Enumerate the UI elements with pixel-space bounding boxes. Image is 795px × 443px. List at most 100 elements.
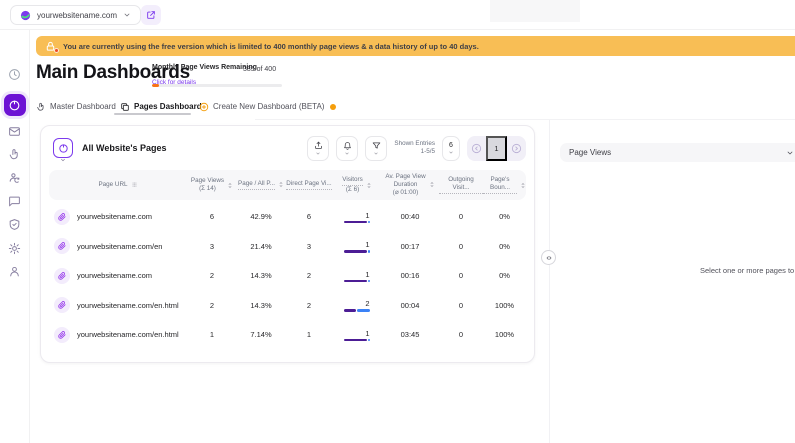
column-header-duration[interactable]: Av. Page ViewDuration(⌀ 01:00) (381, 173, 439, 198)
prev-page-button[interactable] (467, 136, 486, 161)
page-views-panel-header[interactable]: Page Views (560, 143, 795, 162)
visitors-cell: 1 (333, 270, 381, 283)
open-site-button[interactable] (141, 5, 161, 25)
topbar: yourwebsitename.com (0, 0, 795, 30)
pagination: 1 (467, 136, 526, 161)
alerts-button[interactable] (336, 136, 358, 161)
tab-create-new-dashboard[interactable]: Create New Dashboard (BETA) (199, 99, 336, 114)
sort-icon[interactable] (278, 180, 284, 189)
column-settings-icon[interactable] (131, 181, 138, 189)
outgoing-value: 0 (439, 212, 483, 221)
page-link-icon[interactable] (54, 268, 70, 284)
bounce-value: 100% (483, 330, 526, 339)
filter-button[interactable] (365, 136, 387, 161)
tab-label: Master Dashboard (50, 102, 116, 111)
table-toolbar: Shown Entries 1-5/5 6 1 (307, 136, 526, 161)
column-header-outgoing[interactable]: Outgoing Visit... (439, 176, 483, 194)
visitors-cell: 1 (333, 211, 381, 224)
page-link-icon[interactable] (54, 297, 70, 313)
card-title: All Website's Pages (82, 143, 167, 153)
export-icon (314, 141, 323, 150)
duration-value: 00:04 (381, 301, 439, 310)
settings-gear-icon[interactable] (6, 239, 24, 257)
duration-value: 03:45 (381, 330, 439, 339)
column-header-page-views[interactable]: Page Views(Σ 14) (187, 177, 237, 193)
chevron-down-icon (344, 151, 350, 156)
hand-icon (36, 102, 46, 112)
page-link-icon[interactable] (54, 238, 70, 254)
sort-icon[interactable] (520, 181, 526, 190)
page-url: yourwebsitename.com/en.html (77, 330, 179, 339)
bounce-value: 100% (483, 301, 526, 310)
table-row[interactable]: yourwebsitename.com/en.html 2 14.3% 2 2 … (49, 291, 526, 321)
tab-pages-dashboard[interactable]: Pages Dashboard (120, 99, 202, 114)
visitors-bar (344, 339, 371, 342)
card-header: All Website's Pages (53, 134, 526, 162)
page-share-value: 7.14% (237, 330, 285, 339)
table-row[interactable]: yourwebsitename.com 6 42.9% 6 1 00:40 0 … (49, 202, 526, 232)
page-views-value: 6 (187, 212, 237, 221)
column-header-page-share[interactable]: Page / All P... (237, 180, 285, 190)
duration-value: 00:16 (381, 271, 439, 280)
visitors-sync-icon[interactable] (6, 168, 24, 186)
pages-widget-icon[interactable] (53, 138, 73, 158)
account-icon[interactable] (6, 262, 24, 280)
page-link-icon[interactable] (54, 327, 70, 343)
page-link-icon[interactable] (54, 209, 70, 225)
site-favicon-icon (20, 10, 31, 21)
sort-icon[interactable] (227, 181, 233, 190)
pages-icon (120, 102, 130, 112)
outgoing-value: 0 (439, 271, 483, 280)
page-size-value: 6 (449, 142, 453, 149)
external-link-icon (146, 10, 156, 20)
table-row[interactable]: yourwebsitename.com/en 3 21.4% 3 1 00:17… (49, 232, 526, 262)
page-views-value: 2 (187, 301, 237, 310)
visitors-bar (344, 221, 371, 224)
panel-resize-button[interactable] (541, 250, 556, 265)
topbar-placeholder (490, 0, 580, 22)
tab-label: Create New Dashboard (BETA) (213, 102, 324, 111)
column-header-bounce[interactable]: Page's Boun... (483, 176, 526, 194)
visitors-bar (344, 250, 371, 253)
sort-icon[interactable] (429, 180, 435, 189)
visitors-value: 1 (344, 329, 371, 338)
bounce-value: 0% (483, 271, 526, 280)
table-row[interactable]: yourwebsitename.com/en.html 1 7.14% 1 1 … (49, 320, 526, 350)
chat-icon[interactable] (6, 192, 24, 210)
chevron-down-icon (315, 151, 321, 156)
content-top-divider (255, 119, 795, 120)
shown-entries-value: 1-5/5 (394, 148, 435, 156)
table-body: yourwebsitename.com 6 42.9% 6 1 00:40 0 … (49, 202, 526, 350)
shield-check-icon[interactable] (6, 215, 24, 233)
table-row[interactable]: yourwebsitename.com 2 14.3% 2 1 00:16 0 … (49, 261, 526, 291)
next-page-button[interactable] (507, 136, 526, 161)
page-share-value: 42.9% (237, 212, 285, 221)
visitors-value: 1 (344, 270, 371, 279)
page-size-select[interactable]: 6 (442, 136, 460, 161)
dashboard-icon (8, 99, 21, 112)
history-icon[interactable] (6, 65, 24, 83)
site-name: yourwebsitename.com (37, 11, 117, 20)
column-header-direct-views[interactable]: Direct Page Vi... (285, 180, 333, 190)
filter-icon (372, 141, 381, 150)
lock-icon (45, 41, 56, 52)
bounce-value: 0% (483, 242, 526, 251)
sidebar-item-dashboards[interactable] (4, 94, 26, 116)
touch-gesture-icon[interactable] (6, 145, 24, 163)
tab-master-dashboard[interactable]: Master Dashboard (36, 99, 116, 114)
visitors-cell: 1 (333, 329, 381, 342)
page-views-value: 3 (187, 242, 237, 251)
panel-empty-message: Select one or more pages to v (700, 266, 795, 275)
bell-icon (343, 141, 352, 150)
column-header-visitors[interactable]: Visitors(Σ 6) (333, 176, 381, 194)
sidebar (0, 30, 30, 443)
current-page-button[interactable]: 1 (486, 136, 507, 161)
export-button[interactable] (307, 136, 329, 161)
shown-entries: Shown Entries 1-5/5 (394, 140, 435, 156)
email-reports-icon[interactable] (6, 122, 24, 140)
sort-icon[interactable] (366, 181, 372, 190)
site-switcher[interactable]: yourwebsitename.com (10, 5, 141, 25)
column-header-url[interactable]: Page URL (49, 181, 187, 189)
visitors-value: 2 (344, 299, 371, 308)
pages-table-card: All Website's Pages (40, 125, 535, 363)
